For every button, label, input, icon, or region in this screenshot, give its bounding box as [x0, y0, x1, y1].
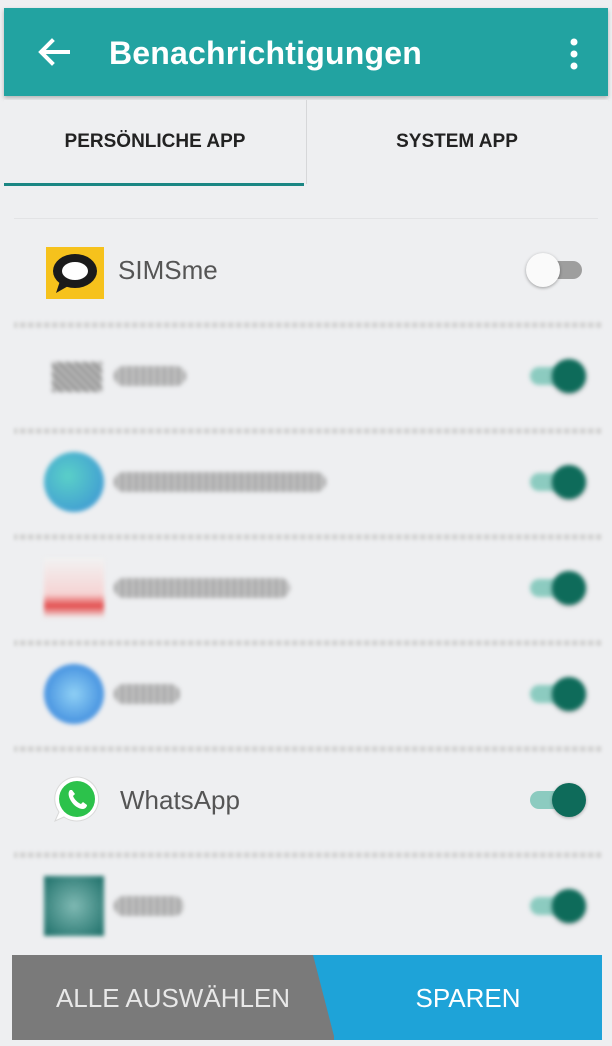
app-name: WhatsApp [120, 785, 240, 815]
toggle-thumb [552, 677, 586, 711]
app-bar: Benachrichtigungen [4, 8, 608, 96]
notification-toggle[interactable] [526, 358, 586, 394]
toggle-thumb [552, 889, 586, 923]
blurred-app-name [114, 896, 184, 916]
list-divider [14, 218, 598, 219]
save-button[interactable]: SPAREN [334, 955, 602, 1040]
notification-toggle[interactable] [526, 570, 586, 606]
app-row [4, 858, 608, 964]
blurred-app-name [114, 472, 326, 492]
simsme-icon [46, 247, 104, 299]
app-row [4, 646, 608, 752]
notification-toggle[interactable] [526, 676, 586, 712]
blurred-app-icon [52, 362, 102, 392]
toggle-thumb [552, 571, 586, 605]
blurred-app-icon [44, 558, 104, 618]
app-row [4, 540, 608, 646]
tab-system-app[interactable]: SYSTEM APP [306, 100, 608, 190]
select-all-button[interactable]: ALLE AUSWÄHLEN [12, 955, 335, 1040]
blurred-app-name [114, 578, 290, 598]
app-row-whatsapp: WhatsApp [4, 752, 608, 858]
blurred-app-icon [44, 664, 104, 724]
toggle-thumb [526, 253, 560, 287]
notification-toggle-whatsapp[interactable] [526, 782, 586, 818]
arrow-left-icon[interactable] [34, 32, 74, 72]
app-row [4, 434, 608, 540]
page-title: Benachrichtigungen [109, 35, 422, 71]
tab-indicator [4, 183, 304, 186]
toggle-thumb [552, 465, 586, 499]
app-row-simsme: SIMSme [4, 222, 608, 328]
bottom-action-bar: SPAREN ALLE AUSWÄHLEN [12, 955, 602, 1040]
blurred-app-icon [44, 452, 104, 512]
notification-toggle-simsme[interactable] [526, 252, 586, 288]
notification-toggle[interactable] [526, 464, 586, 500]
tab-bar: PERSÖNLICHE APP SYSTEM APP [4, 100, 608, 190]
more-vert-icon[interactable] [562, 34, 586, 74]
blurred-app-name [114, 684, 180, 704]
blurred-app-icon [44, 876, 104, 936]
tab-personal-app[interactable]: PERSÖNLICHE APP [4, 100, 306, 190]
notification-toggle[interactable] [526, 888, 586, 924]
blurred-app-name [114, 366, 186, 386]
app-row [4, 328, 608, 434]
toggle-thumb [552, 783, 586, 817]
app-name: SIMSme [118, 255, 218, 285]
whatsapp-icon [54, 776, 100, 822]
toggle-thumb [552, 359, 586, 393]
